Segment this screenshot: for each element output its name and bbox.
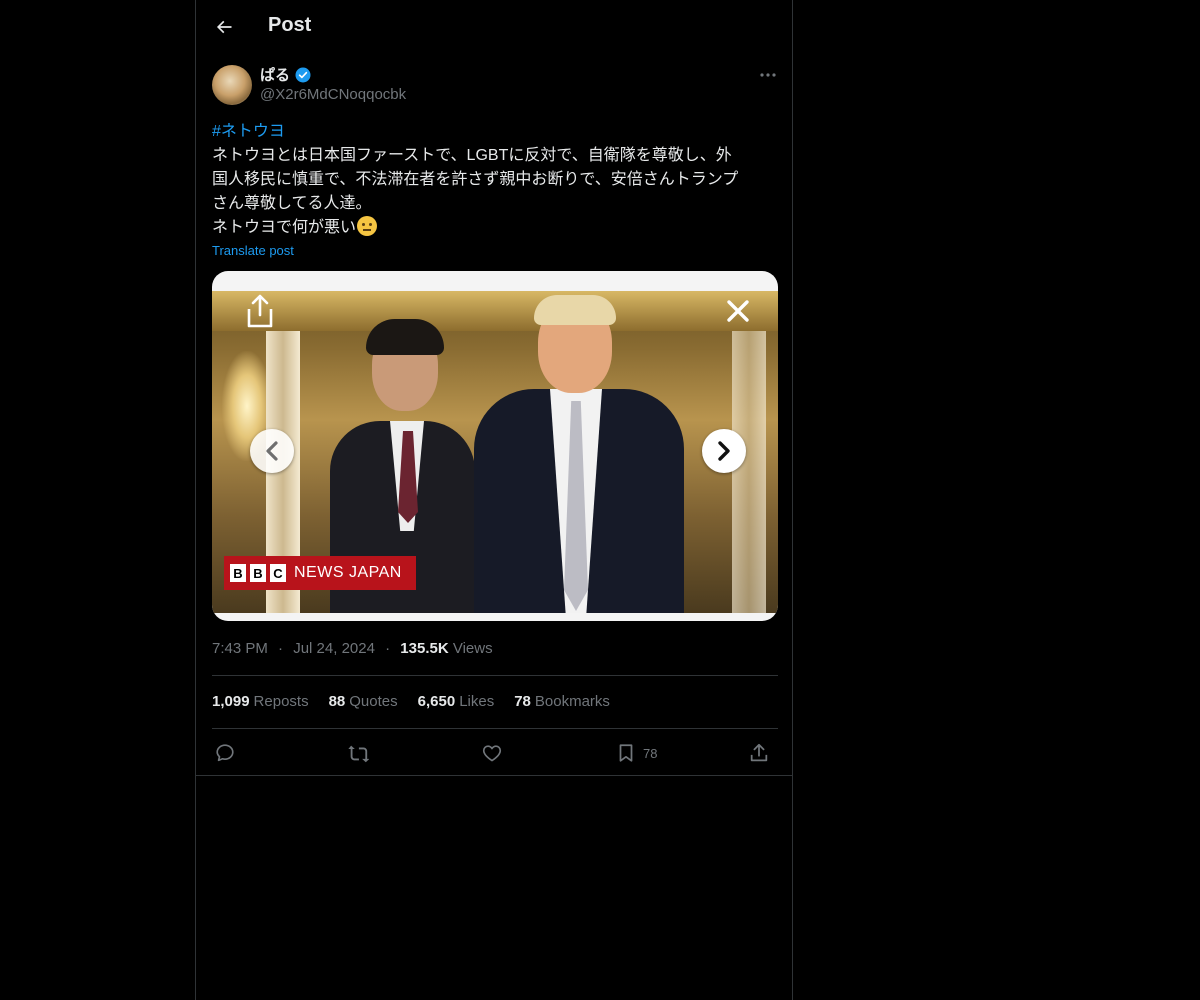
media-close-button[interactable] (720, 293, 756, 329)
post-time[interactable]: 7:43 PM (212, 640, 268, 657)
divider (212, 675, 778, 676)
bbc-letter: C (270, 564, 286, 582)
media-share-button[interactable] (240, 291, 280, 331)
share-icon (247, 294, 273, 328)
main-column: Post ぱる @X2r6MdCNoqqocbk #ネトウヨ ネトウヨとは日本国… (195, 0, 793, 1000)
author-name-row[interactable]: ぱる (260, 64, 312, 85)
back-arrow-icon (216, 20, 232, 34)
translate-post-link[interactable]: Translate post (212, 243, 294, 258)
page-title: Post (268, 14, 312, 36)
meta-separator: · (278, 640, 284, 657)
views-label: Views (452, 640, 493, 657)
more-options-button[interactable] (756, 64, 780, 86)
post-text-line-last: ネトウヨで何が悪い (212, 216, 778, 240)
stat-count: 1,099 (212, 693, 250, 710)
stat-count: 6,650 (417, 693, 456, 710)
bbc-letter: B (250, 564, 266, 582)
photo-pillar (732, 331, 766, 613)
stat-label: Quotes (349, 693, 398, 710)
stat-label: Likes (459, 693, 495, 710)
media-previous-button[interactable] (250, 429, 294, 473)
post-text: #ネトウヨ ネトウヨとは日本国ファーストで、LGBTに反対で、自衛隊を尊敬し、外… (212, 120, 778, 240)
photo-person-left-hair (366, 319, 444, 355)
stat-reposts[interactable]: 1,099 Reposts (212, 693, 309, 710)
heart-icon (482, 745, 502, 762)
stat-count: 78 (514, 693, 531, 710)
post-header: Post (196, 0, 792, 54)
back-button[interactable] (208, 11, 240, 43)
like-button[interactable] (481, 738, 503, 768)
bbc-news-text: NEWS JAPAN (294, 564, 402, 581)
post-text-line: ネトウヨとは日本国ファーストで、LGBTに反対で、自衛隊を尊敬し、外 (212, 147, 732, 164)
bbc-letter: B (230, 564, 246, 582)
post-meta: 7:43 PM · Jul 24, 2024 · 135.5K Views (212, 640, 493, 657)
post-text-line: さん尊敬してる人達。 (212, 195, 372, 212)
media-photo: B B C NEWS JAPAN (212, 291, 778, 613)
share-icon (750, 743, 768, 762)
stat-count: 88 (328, 693, 346, 710)
hashtag-link[interactable]: #ネトウヨ (212, 120, 778, 144)
post-media[interactable]: B B C NEWS JAPAN (212, 271, 778, 621)
author-display-name: ぱる (260, 67, 291, 84)
media-next-button[interactable] (702, 429, 746, 473)
divider (212, 728, 778, 729)
more-dots-icon (760, 73, 776, 77)
action-bar: 78 (212, 738, 778, 768)
bbc-news-japan-watermark: B B C NEWS JAPAN (224, 556, 416, 590)
chevron-right-icon (718, 441, 730, 461)
stat-label: Bookmarks (534, 693, 610, 710)
share-button[interactable] (748, 738, 770, 768)
views-count: 135.5K (400, 640, 449, 657)
reply-icon (216, 744, 234, 762)
meta-separator: · (385, 640, 391, 657)
photo-person-right-hair (534, 295, 616, 325)
bookmark-count: 78 (643, 745, 658, 761)
post-text-line: 国人移民に慎重で、不法滞在者を許さず親中お断りで、安倍さんトランプ (212, 171, 739, 188)
author-handle[interactable]: @X2r6MdCNoqqocbk (260, 86, 406, 103)
stat-bookmarks[interactable]: 78 Bookmarks (514, 693, 610, 710)
stat-label: Reposts (253, 693, 309, 710)
bookmark-button[interactable]: 78 (615, 738, 657, 768)
divider (196, 775, 792, 776)
post-text-line: ネトウヨで何が悪い (212, 219, 357, 236)
stat-likes[interactable]: 6,650 Likes (418, 693, 495, 710)
repost-icon (348, 745, 369, 763)
photo-ceiling (212, 291, 778, 331)
close-icon (727, 300, 749, 322)
stat-quotes[interactable]: 88 Quotes (329, 693, 398, 710)
repost-button[interactable] (347, 738, 369, 768)
avatar[interactable] (212, 65, 252, 105)
chevron-left-icon (266, 441, 278, 461)
engagement-stats: 1,099 Reposts 88 Quotes 6,650 Likes 78 Bookm… (212, 693, 610, 710)
bookmark-icon (619, 744, 633, 762)
post-date[interactable]: Jul 24, 2024 (293, 640, 375, 657)
verified-badge-icon (295, 67, 311, 82)
confused-face-emoji-icon (357, 216, 378, 236)
reply-button[interactable] (214, 738, 236, 768)
